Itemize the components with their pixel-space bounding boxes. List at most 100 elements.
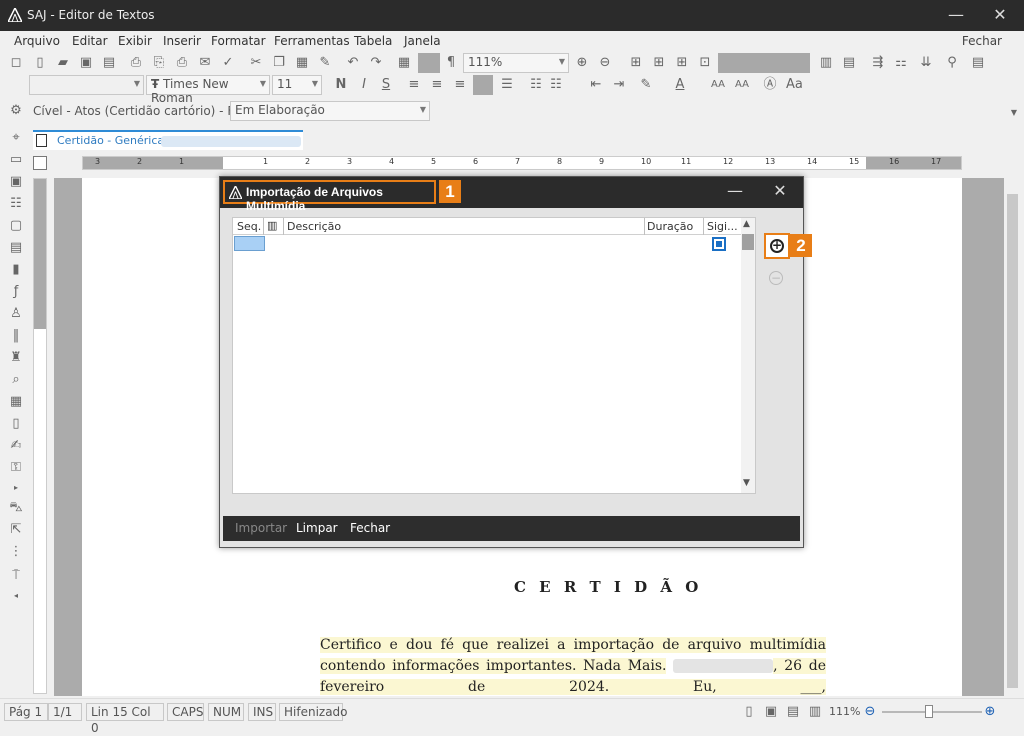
share-icon[interactable]: ⋮ [8, 544, 24, 560]
menu-janela[interactable]: Janela [404, 34, 441, 48]
comment-icon[interactable]: ▢ [8, 218, 24, 234]
importar-button[interactable]: Importar [235, 521, 287, 535]
menu-editar[interactable]: Editar [72, 34, 108, 48]
grid-scroll-thumb[interactable] [742, 234, 754, 250]
fechar-button[interactable]: Fechar [350, 521, 390, 535]
document-tab[interactable]: Certidão - Genérica [33, 130, 303, 150]
menu-exibir[interactable]: Exibir [118, 34, 152, 48]
save-icon[interactable]: ▤ [101, 55, 117, 71]
insert-down-icon[interactable]: ⇊ [918, 55, 934, 71]
insert-field-icon[interactable]: ⌖ [8, 130, 24, 146]
layout-icon[interactable]: ▤ [970, 55, 986, 71]
zoom-slider-thumb[interactable] [925, 705, 933, 718]
lock-icon[interactable]: ⚿ [8, 460, 24, 476]
dialog-close-button[interactable]: ✕ [760, 180, 800, 204]
line-spacing-icon[interactable]: ☰ [499, 77, 515, 93]
bold-icon[interactable]: N [333, 77, 349, 93]
pilcrow-icon[interactable]: ¶ [443, 55, 459, 71]
filter-icon[interactable]: ⚲ [944, 55, 960, 71]
zoom-out-icon[interactable]: ⊖ [862, 704, 878, 720]
insert-list-icon[interactable]: ☷ [8, 196, 24, 212]
fechar-menu[interactable]: Fechar [962, 34, 1002, 48]
cut-icon[interactable]: ✂ [248, 55, 264, 71]
sign-icon[interactable]: ✍ [8, 438, 24, 454]
zoom-combo[interactable]: 111% ▼ [463, 53, 569, 73]
font-color-icon[interactable]: A [672, 77, 688, 93]
list-bullets-icon[interactable]: ☷ [528, 77, 544, 93]
menu-formatar[interactable]: Formatar [211, 34, 266, 48]
minimize-button[interactable]: — [936, 4, 976, 28]
copy-icon[interactable]: ❐ [271, 55, 287, 71]
column-descricao[interactable]: Descrição [287, 220, 341, 233]
stamp-icon[interactable]: ♜ [8, 350, 24, 366]
grid-4-icon[interactable]: ⊞ [628, 55, 644, 71]
menu-tabela[interactable]: Tabela [354, 34, 392, 48]
menu-inserir[interactable]: Inserir [163, 34, 201, 48]
zoom-in-icon[interactable]: ⊕ [574, 55, 590, 71]
search-doc-icon[interactable]: ⌕ [8, 372, 24, 388]
indent-increase-icon[interactable]: ⇥ [611, 77, 627, 93]
column-sigilo[interactable]: Sigi... [707, 220, 738, 233]
add-file-button[interactable]: + [764, 233, 790, 259]
calendar-icon[interactable]: ▦ [8, 394, 24, 410]
vertical-ruler[interactable] [33, 178, 47, 694]
view-draft-icon[interactable]: ▤ [785, 704, 801, 720]
grid-scrollbar[interactable]: ▲ ▼ [741, 218, 755, 493]
highlight-icon[interactable]: ✎ [638, 77, 654, 93]
formula-icon[interactable]: ƒ [8, 284, 24, 300]
underline-icon[interactable]: S [378, 77, 394, 93]
view-web-icon[interactable]: ▣ [763, 704, 779, 720]
scroll-up-icon[interactable]: ▲ [743, 219, 750, 229]
scroll-thumb[interactable] [1007, 194, 1018, 688]
insert-table-icon[interactable]: ▭ [8, 152, 24, 168]
fila-status-combo[interactable]: Em Elaboração ▼ [230, 101, 430, 121]
print-icon[interactable]: ⎙ [128, 55, 144, 71]
table-icon[interactable]: ▦ [396, 55, 412, 71]
undo-icon[interactable]: ↶ [345, 55, 361, 71]
new-doc-icon[interactable]: ▯ [32, 55, 48, 71]
menu-arquivo[interactable]: Arquivo [14, 34, 60, 48]
justify-icon[interactable] [473, 75, 493, 95]
selected-seq-cell[interactable] [234, 236, 265, 251]
italic-icon[interactable]: I [356, 77, 372, 93]
export-icon[interactable]: ⇱ [8, 522, 24, 538]
zoom-in-icon[interactable]: ⊕ [982, 704, 998, 720]
view-page-icon[interactable]: ▯ [741, 704, 757, 720]
font-grow-icon[interactable]: AA [710, 77, 726, 93]
split-icon[interactable]: ▤ [841, 55, 857, 71]
email-icon[interactable]: ✉ [197, 55, 213, 71]
menu-ferramentas[interactable]: Ferramentas [274, 34, 350, 48]
save-as-icon[interactable]: ▣ [78, 55, 94, 71]
view-outline-icon[interactable]: ▥ [807, 704, 823, 720]
grid-dot-icon[interactable]: ⊡ [697, 55, 713, 71]
close-button[interactable]: ✕ [980, 4, 1020, 28]
insert-image-icon[interactable]: ▣ [8, 174, 24, 190]
indent-decrease-icon[interactable]: ⇤ [588, 77, 604, 93]
sigilo-checkbox[interactable] [712, 237, 726, 251]
format-painter-icon[interactable]: ✎ [317, 55, 333, 71]
bookmark-icon[interactable]: ▮ [8, 262, 24, 278]
tree-icon[interactable]: ⚏ [893, 55, 909, 71]
print-preview-icon[interactable]: ⎘ [151, 55, 167, 71]
grid-6-icon[interactable]: ⊞ [651, 55, 667, 71]
print-setup-icon[interactable]: ⎙ [174, 55, 190, 71]
arrow-right-icon[interactable]: ▸ [8, 480, 24, 496]
align-center-icon[interactable]: ≡ [429, 77, 445, 93]
case-icon[interactable]: Aa [786, 77, 803, 93]
limpar-button[interactable]: Limpar [296, 521, 338, 535]
clear-format-icon[interactable]: Ⓐ [762, 77, 778, 93]
column-seq[interactable]: Seq. [237, 220, 261, 233]
dialog-minimize-button[interactable]: — [715, 180, 755, 204]
font-size-combo[interactable]: 11 ▼ [272, 75, 322, 95]
merge-icon[interactable]: ⇶ [870, 55, 886, 71]
horizontal-ruler[interactable]: 3 2 1 1 2 3 4 5 6 7 8 9 10 11 12 13 14 1… [82, 156, 962, 170]
columns-icon[interactable]: ▥ [818, 55, 834, 71]
page-icon[interactable]: ▯ [8, 416, 24, 432]
column-duracao[interactable]: Duração [647, 220, 693, 233]
align-left-icon[interactable]: ≡ [406, 77, 422, 93]
style-combo[interactable]: ▼ [29, 75, 144, 95]
document-scrollbar[interactable] [1004, 178, 1021, 696]
table-grid-icon[interactable] [418, 53, 440, 73]
media-files-grid[interactable]: Seq. ▥ Descrição Duração Sigi... ▲ ▼ [232, 217, 756, 494]
person-icon[interactable]: ♙ [8, 306, 24, 322]
